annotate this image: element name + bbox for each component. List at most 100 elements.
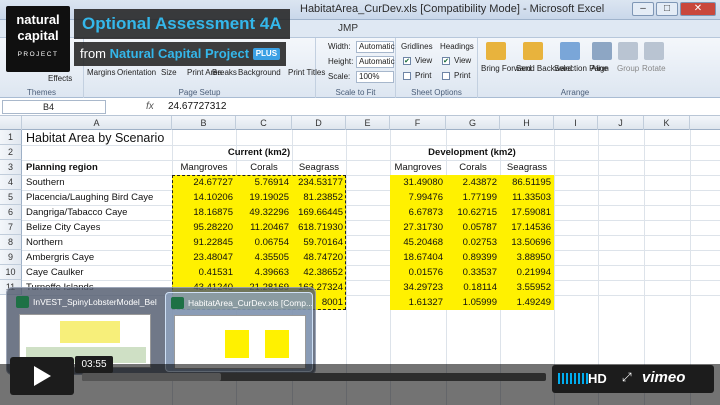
development-value-cell[interactable]: 0.89399	[446, 250, 500, 265]
current-value-cell[interactable]: 169.66445	[292, 205, 346, 220]
development-value-cell[interactable]: 7.99476	[390, 190, 446, 205]
development-value-cell[interactable]: 0.05787	[446, 220, 500, 235]
dev-mangroves-header[interactable]: Mangroves	[390, 160, 446, 175]
development-value-cell[interactable]: 45.20468	[390, 235, 446, 250]
column-header-f[interactable]: F	[390, 116, 446, 130]
development-value-cell[interactable]: 0.02753	[446, 235, 500, 250]
fullscreen-icon[interactable]: ⤢	[622, 370, 632, 385]
fx-button[interactable]: fx	[146, 101, 154, 112]
development-value-cell[interactable]: 0.21994	[500, 265, 554, 280]
region-cell[interactable]: Dangriga/Tabacco Caye	[26, 205, 127, 220]
name-box[interactable]: B4	[2, 100, 106, 114]
current-value-cell[interactable]: 23.48047	[172, 250, 236, 265]
current-value-cell[interactable]: 81.23852	[292, 190, 346, 205]
close-button[interactable]: ✕	[680, 2, 716, 16]
minimize-button[interactable]: –	[632, 2, 654, 16]
development-value-cell[interactable]: 6.67873	[390, 205, 446, 220]
development-value-cell[interactable]: 1.77199	[446, 190, 500, 205]
column-header-d[interactable]: D	[292, 116, 346, 130]
development-value-cell[interactable]: 10.62715	[446, 205, 500, 220]
dev-corals-header[interactable]: Corals	[446, 160, 500, 175]
development-value-cell[interactable]: 86.51195	[500, 175, 554, 190]
scale-input[interactable]: 100%	[356, 71, 394, 83]
current-value-cell[interactable]: 618.71930	[292, 220, 346, 235]
development-value-cell[interactable]: 27.31730	[390, 220, 446, 235]
region-cell[interactable]: Caye Caulker	[26, 265, 84, 280]
headings-print-checkbox[interactable]	[442, 72, 450, 80]
taskbar-thumb-habitat-area[interactable]: HabitatArea_CurDev.xls [Comp...	[165, 292, 313, 372]
headings-view-checkbox[interactable]: ✔	[442, 57, 450, 65]
development-value-cell[interactable]: 0.33537	[446, 265, 500, 280]
dev-seagrass-header[interactable]: Seagrass	[500, 160, 554, 175]
column-header-c[interactable]: C	[236, 116, 292, 130]
margins-button[interactable]: Margins	[87, 68, 115, 77]
current-value-cell[interactable]: 24.67727	[172, 175, 236, 190]
column-header-i[interactable]: I	[554, 116, 598, 130]
row-header[interactable]: 4	[0, 175, 22, 190]
development-value-cell[interactable]: 17.14536	[500, 220, 554, 235]
development-value-cell[interactable]: 3.88950	[500, 250, 554, 265]
hd-toggle[interactable]: HD	[588, 371, 607, 386]
column-header-h[interactable]: H	[500, 116, 554, 130]
current-mangroves-header[interactable]: Mangroves	[172, 160, 236, 175]
row-header[interactable]: 3	[0, 160, 22, 175]
column-header-j[interactable]: J	[598, 116, 644, 130]
maximize-button[interactable]: □	[656, 2, 678, 16]
effects-button[interactable]: Effects	[48, 74, 72, 83]
development-value-cell[interactable]: 11.33503	[500, 190, 554, 205]
row-header[interactable]: 8	[0, 235, 22, 250]
row-header[interactable]: 7	[0, 220, 22, 235]
current-seagrass-header[interactable]: Seagrass	[292, 160, 346, 175]
region-cell[interactable]: Northern	[26, 235, 63, 250]
development-header[interactable]: Development (km2)	[390, 145, 554, 160]
region-cell[interactable]: Belize City Cayes	[26, 220, 100, 235]
development-value-cell[interactable]: 18.67404	[390, 250, 446, 265]
gridlines-print-checkbox[interactable]	[403, 72, 411, 80]
byline-author[interactable]: Natural Capital Project	[110, 46, 249, 61]
development-value-cell[interactable]: 2.43872	[446, 175, 500, 190]
current-value-cell[interactable]: 234.53177	[292, 175, 346, 190]
formula-input[interactable]: 24.67727312	[168, 101, 226, 112]
current-value-cell[interactable]: 59.70164	[292, 235, 346, 250]
select-all-corner[interactable]	[0, 116, 22, 130]
column-header-a[interactable]: A	[22, 116, 172, 130]
size-button[interactable]: Size	[161, 68, 177, 77]
current-value-cell[interactable]: 42.38652	[292, 265, 346, 280]
width-select[interactable]: Automatic	[356, 41, 395, 53]
current-value-cell[interactable]: 0.41531	[172, 265, 236, 280]
current-value-cell[interactable]: 18.16875	[172, 205, 236, 220]
natural-capital-logo[interactable]: natural capital PROJECT	[6, 6, 70, 72]
align-button[interactable]: Align	[591, 64, 609, 73]
height-select[interactable]: Automatic	[356, 56, 395, 68]
rotate-button[interactable]: Rotate	[642, 64, 666, 73]
play-button[interactable]	[10, 357, 74, 395]
current-value-cell[interactable]: 14.10206	[172, 190, 236, 205]
development-value-cell[interactable]: 34.29723	[390, 280, 446, 295]
development-value-cell[interactable]: 17.59081	[500, 205, 554, 220]
current-value-cell[interactable]: 49.32296	[236, 205, 292, 220]
row-header[interactable]: 1	[0, 130, 22, 145]
development-value-cell[interactable]: 0.01576	[390, 265, 446, 280]
current-corals-header[interactable]: Corals	[236, 160, 292, 175]
development-value-cell[interactable]: 1.61327	[390, 295, 446, 310]
current-value-cell[interactable]: 95.28220	[172, 220, 236, 235]
video-title[interactable]: Optional Assessment 4A	[74, 9, 290, 39]
row-header[interactable]: 2	[0, 145, 22, 160]
volume-icon[interactable]	[558, 373, 588, 384]
region-header[interactable]: Planning region	[26, 160, 98, 175]
progress-track[interactable]	[82, 373, 546, 381]
background-button[interactable]: Background	[238, 68, 281, 77]
column-header-k[interactable]: K	[644, 116, 690, 130]
region-cell[interactable]: Placencia/Laughing Bird Caye	[26, 190, 153, 205]
current-value-cell[interactable]: 4.39663	[236, 265, 292, 280]
development-value-cell[interactable]: 31.49080	[390, 175, 446, 190]
column-header-e[interactable]: E	[346, 116, 390, 130]
development-value-cell[interactable]: 13.50696	[500, 235, 554, 250]
current-value-cell[interactable]: 91.22845	[172, 235, 236, 250]
current-value-cell[interactable]: 5.76914	[236, 175, 292, 190]
sheet-title[interactable]: Habitat Area by Scenario	[26, 131, 164, 146]
row-header[interactable]: 6	[0, 205, 22, 220]
gridlines-view-checkbox[interactable]: ✔	[403, 57, 411, 65]
region-cell[interactable]: Southern	[26, 175, 65, 190]
current-value-cell[interactable]: 4.35505	[236, 250, 292, 265]
